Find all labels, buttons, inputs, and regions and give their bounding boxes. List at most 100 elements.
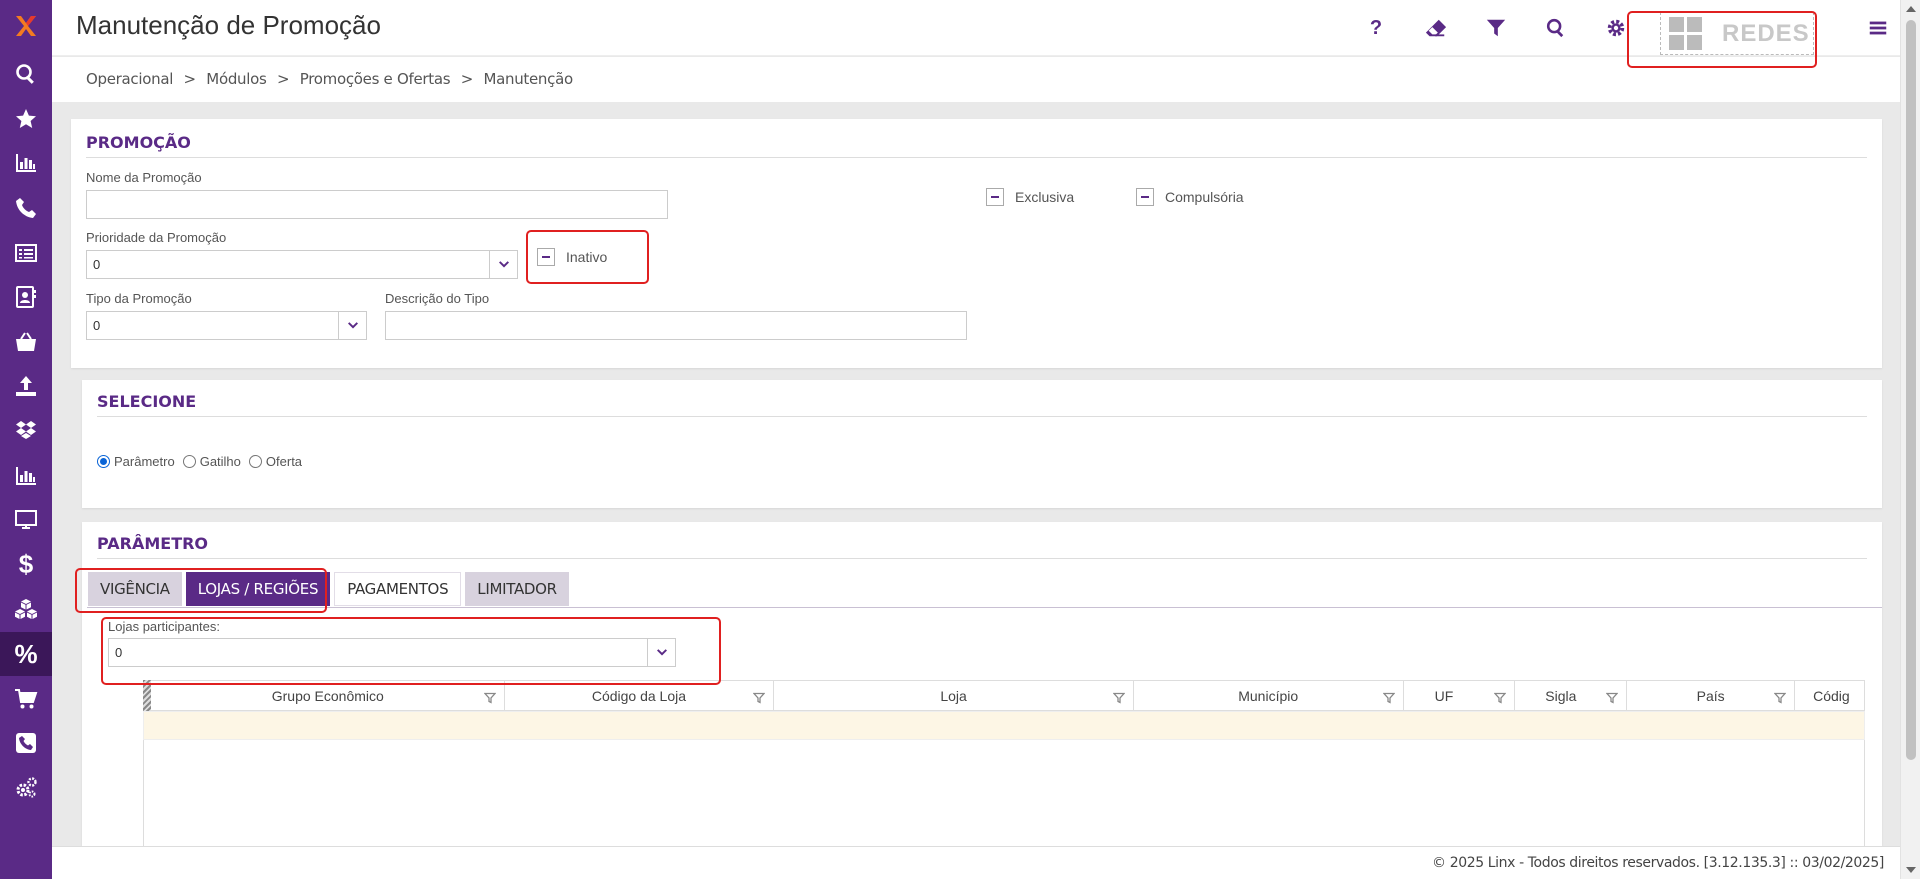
eraser-icon[interactable] [1406, 0, 1466, 56]
sidebar-cubes-icon[interactable] [0, 587, 52, 632]
grid-col-sigla[interactable]: Sigla [1515, 681, 1628, 710]
lojas-participantes-value: 0 [115, 645, 123, 660]
linx-logo-icon [16, 16, 36, 36]
sidebar-basket-icon[interactable] [0, 320, 52, 365]
exclusiva-label: Exclusiva [1015, 189, 1075, 205]
scroll-down-arrow-icon[interactable] [1906, 867, 1916, 873]
radio-gatilho[interactable] [182, 455, 196, 468]
lojas-participantes-label: Lojas participantes: [108, 619, 221, 634]
lojas-dropdown-button[interactable] [647, 638, 676, 667]
grid-col-loja[interactable]: Loja [774, 681, 1134, 710]
radio-oferta[interactable] [248, 455, 262, 468]
search-icon[interactable] [1526, 0, 1586, 56]
sidebar-percent-icon[interactable]: % [0, 631, 52, 677]
prioridade-select[interactable]: 0 [86, 250, 518, 279]
sidebar-bar-chart-icon[interactable] [0, 141, 52, 186]
breadcrumb-item-modulos[interactable]: Módulos [206, 70, 267, 88]
column-filter-icon[interactable] [1773, 691, 1787, 704]
tipo-promocao-select[interactable]: 0 [86, 311, 367, 340]
lojas-grid-header: Grupo Econômico Código da Loja Loja Muni… [143, 680, 1865, 711]
column-filter-icon[interactable] [1382, 691, 1395, 704]
sidebar-upload-icon[interactable] [0, 364, 52, 409]
sidebar-gears-icon[interactable] [0, 766, 52, 811]
top-toolbar: ? REDES [1346, 0, 1900, 56]
inativo-checkbox-box[interactable] [537, 248, 555, 266]
filter-icon[interactable] [1466, 0, 1526, 56]
exclusiva-checkbox-box[interactable] [986, 188, 1004, 206]
descricao-tipo-input[interactable] [385, 311, 967, 340]
column-filter-icon[interactable] [1605, 691, 1619, 704]
scroll-up-arrow-icon[interactable] [1906, 6, 1916, 12]
column-filter-icon[interactable] [1493, 691, 1507, 704]
linx-logo[interactable] [0, 0, 52, 52]
chevron-down-icon [347, 321, 358, 328]
page-title: Manutenção de Promoção [76, 10, 381, 40]
compulsoria-checkbox[interactable]: Compulsória [1136, 188, 1244, 206]
breadcrumb: Operacional > Módulos > Promoções e Ofer… [52, 57, 1900, 102]
help-icon[interactable]: ? [1346, 0, 1406, 56]
radio-parametro[interactable] [97, 455, 110, 468]
grid-logo-icon [1669, 17, 1702, 50]
sidebar-star-icon[interactable] [0, 97, 52, 142]
compulsoria-label: Compulsória [1165, 189, 1244, 205]
scrollbar-thumb[interactable] [1906, 20, 1916, 760]
inativo-label: Inativo [566, 249, 608, 265]
sidebar-list-icon[interactable] [0, 230, 52, 275]
sidebar-contact-card-icon[interactable] [0, 275, 52, 320]
lojas-participantes-select[interactable]: 0 [108, 638, 676, 667]
promocao-panel: PROMOÇÃO Nome da Promoção Exclusiva Comp… [71, 119, 1882, 368]
compulsoria-checkbox-box[interactable] [1136, 188, 1154, 206]
sidebar-phone-square-icon[interactable] [0, 721, 52, 766]
grid-col-municipio[interactable]: Município [1134, 681, 1404, 710]
prioridade-label: Prioridade da Promoção [86, 230, 227, 245]
column-filter-icon[interactable] [752, 691, 766, 704]
page-scrollbar[interactable] [1900, 0, 1920, 879]
nome-promocao-input[interactable] [86, 190, 668, 219]
nome-promocao-label: Nome da Promoção [86, 170, 202, 185]
exclusiva-checkbox[interactable]: Exclusiva [986, 188, 1074, 206]
tipo-promocao-dropdown-button[interactable] [338, 311, 367, 340]
sidebar-phone-icon[interactable] [0, 186, 52, 231]
grid-col-uf[interactable]: UF [1404, 681, 1516, 710]
grid-col-grupo-economico[interactable]: Grupo Econômico [144, 681, 505, 710]
inativo-checkbox[interactable]: Inativo [537, 248, 607, 266]
breadcrumb-separator: > [276, 70, 290, 88]
redes-brand-box[interactable]: REDES [1654, 0, 1844, 56]
footer: © 2025 Linx - Todos direitos reservados.… [52, 846, 1900, 879]
sidebar-monitor-icon[interactable] [0, 498, 52, 543]
radio-oferta-label[interactable]: Oferta [266, 454, 302, 469]
sidebar-bar-chart-icon[interactable] [0, 453, 52, 498]
chevron-down-icon [656, 648, 667, 655]
radio-parametro-label[interactable]: Parâmetro [114, 454, 175, 469]
gear-icon[interactable] [1586, 0, 1646, 56]
sidebar-dollar-icon[interactable]: $ [0, 543, 52, 588]
sidebar-dropbox-icon[interactable] [0, 409, 52, 454]
tipo-promocao-label: Tipo da Promoção [86, 291, 192, 306]
grid-filter-row[interactable] [143, 711, 1865, 740]
column-filter-icon[interactable] [483, 691, 497, 704]
lojas-grid-body [143, 740, 1865, 846]
tab-pagamentos[interactable]: PAGAMENTOS [334, 572, 462, 606]
grid-col-codigo[interactable]: Códig [1795, 681, 1864, 710]
breadcrumb-separator: > [460, 70, 474, 88]
tab-lojas-regioes[interactable]: LOJAS / REGIÕES [185, 572, 331, 606]
prioridade-value: 0 [93, 257, 101, 272]
breadcrumb-item-promocoes[interactable]: Promoções e Ofertas [300, 70, 451, 88]
sidebar: $ % [0, 0, 52, 879]
selecione-radio-group: Parâmetro Gatilho Oferta [97, 454, 310, 469]
column-filter-icon[interactable] [1112, 691, 1126, 704]
tab-limitador[interactable]: LIMITADOR [465, 572, 569, 606]
sidebar-search-icon[interactable] [0, 52, 52, 97]
breadcrumb-item-operacional[interactable]: Operacional [86, 70, 173, 88]
prioridade-dropdown-button[interactable] [489, 250, 518, 279]
menu-icon[interactable] [1856, 0, 1900, 56]
grid-col-pais[interactable]: País [1627, 681, 1796, 710]
radio-gatilho-label[interactable]: Gatilho [200, 454, 241, 469]
selecione-section-title: SELECIONE [97, 392, 1867, 417]
sidebar-cart-icon[interactable] [0, 676, 52, 721]
tab-vigencia[interactable]: VIGÊNCIA [88, 572, 182, 606]
grid-col-codigo-loja[interactable]: Código da Loja [505, 681, 775, 710]
tipo-promocao-value: 0 [93, 318, 101, 333]
descricao-tipo-label: Descrição do Tipo [385, 291, 490, 306]
grid-resize-handle[interactable] [143, 680, 151, 711]
